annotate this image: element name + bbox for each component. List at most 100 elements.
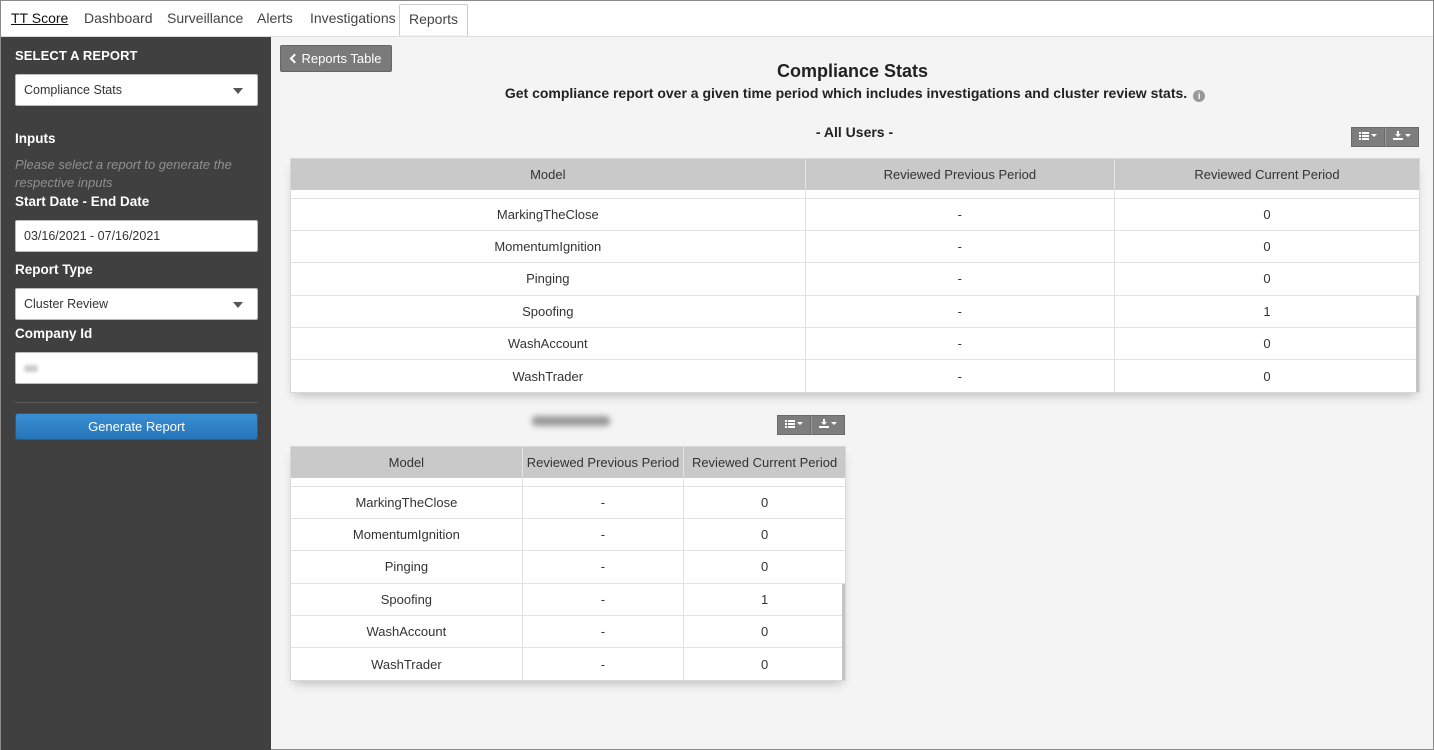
model-cell: WashAccount	[291, 327, 806, 360]
current-cell: 0	[1114, 327, 1419, 360]
list-icon	[785, 420, 795, 428]
company-id-label: Company Id	[15, 326, 93, 341]
download-icon	[1393, 131, 1403, 140]
table-row: MarkingTheClose -0	[291, 485, 845, 519]
model-cell: Pinging	[291, 550, 523, 584]
list-icon	[1359, 132, 1369, 140]
previous-cell: -	[522, 485, 685, 519]
current-cell: 0	[683, 517, 845, 551]
current-cell: 1	[683, 582, 845, 616]
previous-cell: -	[522, 647, 685, 680]
caret-down-icon	[233, 302, 243, 308]
current-cell: 0	[683, 550, 845, 584]
table-row: MarkingTheClose -0	[291, 197, 1419, 231]
previous-cell: -	[522, 582, 685, 616]
column-header-current[interactable]: Reviewed Current Period	[1114, 159, 1419, 190]
previous-cell: -	[522, 517, 685, 551]
report-title: Compliance Stats	[776, 61, 929, 81]
model-cell: WashAccount	[291, 615, 523, 648]
model-cell: Pinging	[291, 262, 806, 296]
table-row: WashAccount -0	[291, 327, 1419, 360]
report-subtitle: Get compliance report over a given time …	[272, 85, 1434, 102]
nav-brand-link[interactable]: TT Score	[11, 1, 68, 35]
redacted-value	[24, 365, 38, 373]
company-id-input[interactable]	[15, 352, 258, 384]
columns-toggle-button[interactable]	[777, 415, 811, 435]
previous-cell: -	[522, 550, 685, 584]
previous-cell: -	[805, 229, 1116, 263]
report-type-label: Report Type	[15, 262, 93, 277]
all-users-title: - All Users -	[815, 124, 894, 140]
table-row: WashTrader -0	[291, 359, 1419, 392]
current-cell: 0	[683, 647, 845, 680]
caret-down-icon	[831, 422, 837, 425]
previous-cell: -	[805, 327, 1116, 360]
download-icon	[819, 419, 829, 428]
table-header-row: Model Reviewed Previous Period Reviewed …	[291, 159, 1419, 190]
caret-down-icon	[1405, 134, 1411, 137]
previous-cell: -	[805, 197, 1116, 231]
user-table: Model Reviewed Previous Period Reviewed …	[290, 446, 846, 681]
tab-investigations[interactable]: Investigations	[310, 1, 396, 35]
date-range-input[interactable]: 03/16/2021 - 07/16/2021	[15, 220, 258, 252]
user-name-title	[526, 413, 616, 429]
info-icon[interactable]: i	[1193, 90, 1206, 102]
report-subtitle-text: Get compliance report over a given time …	[504, 85, 1188, 101]
report-content: Reports Table Compliance Stats Get compl…	[272, 37, 1433, 750]
app-window: TT Score Dashboard Surveillance Alerts I…	[0, 0, 1434, 750]
previous-cell: -	[805, 359, 1116, 392]
table-row: MomentumIgnition -0	[291, 517, 845, 551]
export-button[interactable]	[1385, 127, 1419, 147]
report-select[interactable]: Compliance Stats	[15, 74, 258, 106]
tab-alerts[interactable]: Alerts	[257, 1, 293, 35]
current-cell: 1	[1114, 294, 1419, 328]
caret-down-icon	[233, 88, 243, 94]
report-type-select[interactable]: Cluster Review	[15, 288, 258, 320]
inputs-hint: Please select a report to generate the r…	[15, 157, 232, 190]
current-cell: 0	[683, 485, 845, 519]
date-range-label: Start Date - End Date	[15, 194, 150, 209]
report-sidebar: SELECT A REPORT Compliance Stats Inputs …	[1, 37, 271, 750]
table-row: WashAccount -0	[291, 615, 845, 648]
table-row: WashTrader -0	[291, 647, 845, 680]
all-users-toolbar	[1351, 127, 1419, 147]
model-cell: Spoofing	[291, 582, 523, 616]
table-row: MomentumIgnition -0	[291, 229, 1419, 263]
column-header-model[interactable]: Model	[291, 447, 523, 478]
column-header-model[interactable]: Model	[291, 159, 806, 190]
sidebar-divider	[15, 402, 258, 403]
column-header-current[interactable]: Reviewed Current Period	[683, 447, 845, 478]
table-scrollbar[interactable]	[842, 584, 845, 680]
table-row: Spoofing -1	[291, 294, 1419, 328]
current-cell: 0	[683, 615, 845, 648]
export-button[interactable]	[811, 415, 845, 435]
tab-reports[interactable]: Reports	[399, 4, 469, 36]
select-report-heading: SELECT A REPORT	[15, 48, 138, 63]
model-cell: WashTrader	[291, 647, 523, 680]
previous-cell: -	[522, 615, 685, 648]
column-header-previous[interactable]: Reviewed Previous Period	[522, 447, 685, 478]
redacted-user-name	[532, 416, 610, 426]
caret-down-icon	[1371, 134, 1377, 137]
report-select-value: Compliance Stats	[24, 83, 122, 97]
table-row: Pinging -0	[291, 550, 845, 584]
tab-dashboard[interactable]: Dashboard	[84, 1, 153, 35]
columns-toggle-button[interactable]	[1351, 127, 1385, 147]
model-cell: MarkingTheClose	[291, 197, 806, 231]
table-scrollbar[interactable]	[1416, 296, 1419, 392]
table-header-row: Model Reviewed Previous Period Reviewed …	[291, 447, 845, 478]
column-header-previous[interactable]: Reviewed Previous Period	[805, 159, 1116, 190]
previous-cell: -	[805, 294, 1116, 328]
table-row: Spoofing -1	[291, 582, 845, 616]
inputs-label: Inputs	[15, 131, 56, 146]
top-nav: TT Score Dashboard Surveillance Alerts I…	[1, 1, 1433, 37]
current-cell: 0	[1114, 229, 1419, 263]
current-cell: 0	[1114, 359, 1419, 392]
generate-report-button[interactable]: Generate Report	[15, 413, 258, 440]
tab-surveillance[interactable]: Surveillance	[167, 1, 243, 35]
all-users-table: Model Reviewed Previous Period Reviewed …	[290, 158, 1420, 393]
previous-cell: -	[805, 262, 1116, 296]
model-cell: MomentumIgnition	[291, 229, 806, 263]
caret-down-icon	[797, 422, 803, 425]
model-cell: WashTrader	[291, 359, 806, 392]
